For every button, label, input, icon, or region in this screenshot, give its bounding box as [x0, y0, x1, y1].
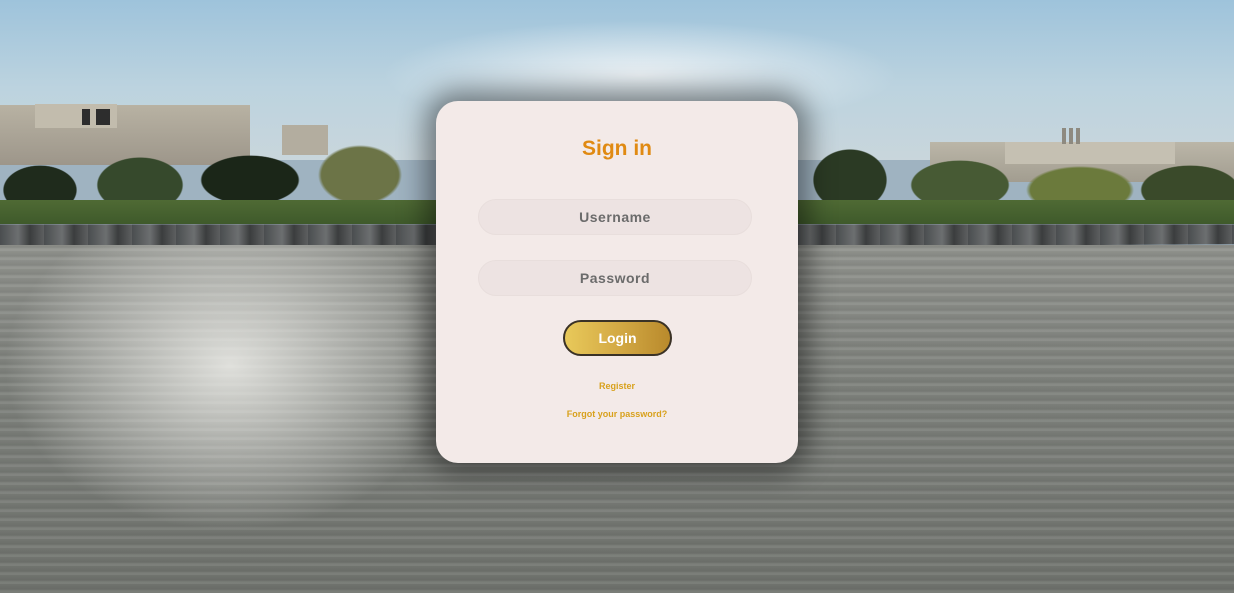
username-input[interactable] — [478, 199, 752, 235]
login-card: Sign in Login Register Forgot your passw… — [436, 101, 798, 463]
login-button[interactable]: Login — [563, 320, 672, 356]
password-input[interactable] — [478, 260, 752, 296]
forgot-password-link[interactable]: Forgot your password? — [552, 409, 682, 419]
background-building-window — [82, 109, 90, 125]
background-building-window — [96, 109, 110, 125]
sign-in-title: Sign in — [582, 137, 652, 160]
login-page: Sign in Login Register Forgot your passw… — [0, 0, 1234, 593]
register-link[interactable]: Register — [587, 381, 647, 391]
